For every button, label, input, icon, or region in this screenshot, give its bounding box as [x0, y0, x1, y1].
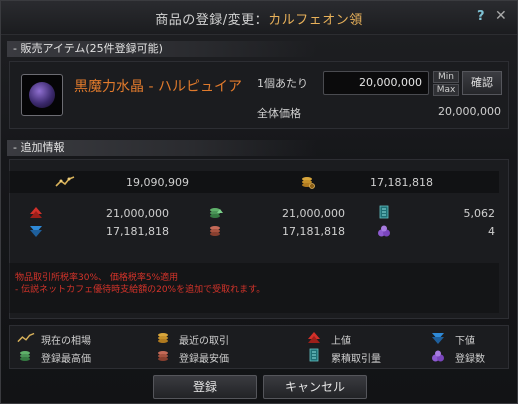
lowest-price-icon	[210, 226, 220, 236]
registered-count-value: 4	[488, 225, 495, 238]
legend-trend-line-icon	[17, 332, 35, 343]
up-arrow-icon	[30, 207, 42, 218]
total-price-label: 全体価格	[257, 107, 301, 120]
legend-lowest-price-icon	[158, 351, 168, 361]
coins-icon	[302, 177, 315, 189]
legend-recent-trade: 最近の取引	[179, 336, 229, 347]
sale-section-heading: - 販売アイテム(25件登録可能)	[7, 41, 317, 57]
legend-current-price: 現在の相場	[41, 336, 91, 347]
legend-count: 登録数	[455, 354, 485, 365]
legend-coins-icon	[158, 333, 168, 343]
legend-highest-price-icon	[20, 351, 30, 361]
legend-lower: 下値	[455, 336, 475, 347]
bonus-notice: - 伝説ネットカフェ優待時支給額の20%を追加で受取れます。	[15, 285, 266, 295]
max-button[interactable]: Max	[433, 84, 459, 96]
current-price-value: 19,090,909	[126, 176, 189, 189]
title-text: 商品の登録/変更：	[155, 13, 269, 28]
legend-highest: 登録最高価	[41, 354, 91, 365]
unit-price-input[interactable]: 20,000,000	[323, 71, 429, 95]
extra-section-heading: - 追加情報	[7, 140, 317, 156]
close-button[interactable]: ✕	[495, 8, 509, 24]
market-register-window: 商品の登録/変更：カルフェオン領 ? ✕ - 販売アイテム(25件登録可能) 黒…	[0, 0, 518, 404]
cancel-button[interactable]: キャンセル	[263, 375, 367, 399]
lowest-registered-value: 17,181,818	[282, 225, 345, 238]
highest-registered-value: 21,000,000	[282, 207, 345, 220]
tax-notice: 物品取引所税率30%、 価格税率5%適用 - 伝説ネットカフェ優待時支給額の20…	[15, 272, 265, 296]
legend-count-icon	[432, 350, 444, 362]
min-button[interactable]: Min	[433, 71, 459, 83]
cumulative-trades-value: 5,062	[463, 207, 496, 220]
item-slot[interactable]	[21, 74, 63, 116]
lower-limit-value: 17,181,818	[106, 225, 169, 238]
down-arrow-icon	[30, 226, 42, 237]
help-button[interactable]: ?	[477, 9, 491, 25]
window-title: 商品の登録/変更：カルフェオン領	[1, 9, 517, 28]
recent-trade-value: 17,181,818	[370, 176, 433, 189]
legend-lowest: 登録最安価	[179, 354, 229, 365]
legend-up-arrow-icon	[308, 332, 320, 343]
highest-price-icon	[210, 208, 223, 218]
register-button[interactable]: 登録	[153, 375, 257, 399]
total-price-value: 20,000,000	[438, 105, 501, 118]
legend-down-arrow-icon	[432, 333, 444, 344]
title-bar: 商品の登録/変更：カルフェオン領 ? ✕	[1, 1, 517, 35]
title-region: カルフェオン領	[268, 13, 363, 28]
unit-price-label: 1個あたり	[257, 77, 308, 90]
legend-upper: 上値	[331, 336, 351, 347]
legend-cumulative: 累積取引量	[331, 354, 381, 365]
confirm-button[interactable]: 確認	[462, 71, 502, 95]
registered-count-icon	[378, 225, 390, 237]
black-crystal-icon	[29, 82, 55, 108]
tax-rate-notice: 物品取引所税率30%、 価格税率5%適用	[15, 273, 179, 283]
trend-line-icon	[55, 176, 75, 187]
cumulative-trades-icon	[379, 205, 389, 219]
legend-cumulative-icon	[309, 348, 319, 362]
upper-limit-value: 21,000,000	[106, 207, 169, 220]
item-name: 黒魔力水晶 - ハルピュイア	[74, 79, 242, 95]
